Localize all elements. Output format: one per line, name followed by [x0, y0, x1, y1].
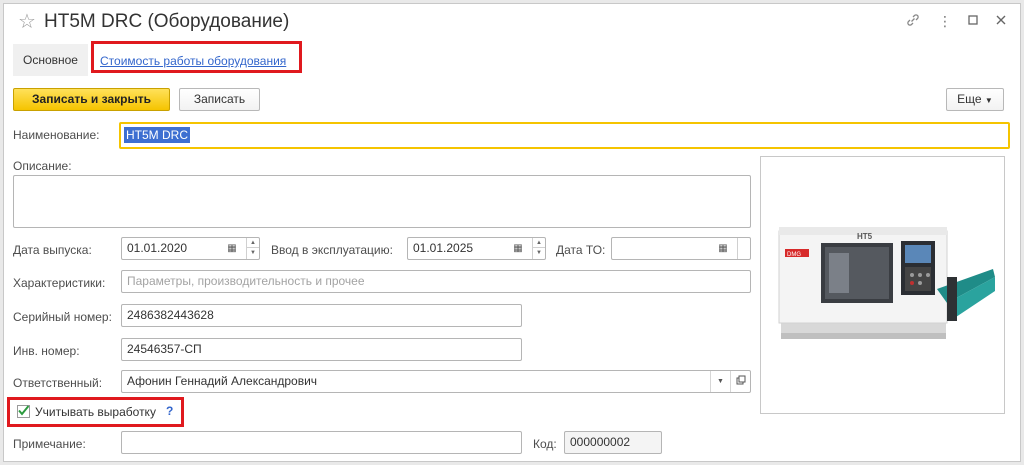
inventory-number-label: Инв. номер: [13, 344, 80, 358]
commissioning-date-field[interactable]: 01.01.2025 ▦ ▲ ▼ [407, 237, 546, 260]
responsible-select[interactable]: Афонин Геннадий Александрович ▼ [121, 370, 751, 393]
tab-main[interactable]: Основное [13, 44, 88, 76]
description-label: Описание: [13, 159, 72, 173]
link-icon[interactable] [904, 12, 922, 30]
open-item-icon[interactable] [730, 371, 750, 392]
note-input[interactable] [121, 431, 522, 454]
release-date-field[interactable]: 01.01.2020 ▦ ▲ ▼ [121, 237, 260, 260]
serial-number-label: Серийный номер: [13, 310, 112, 324]
serial-number-input[interactable]: 2486382443628 [121, 304, 522, 327]
maintenance-date-label: Дата ТО: [556, 243, 606, 257]
save-and-close-button[interactable]: Записать и закрыть [13, 88, 170, 111]
checkmark-icon [18, 405, 30, 416]
name-input[interactable]: HT5M DRC [119, 122, 1010, 149]
maximize-icon[interactable] [964, 12, 982, 30]
commissioning-date-value: 01.01.2025 [413, 241, 474, 255]
name-label: Наименование: [13, 128, 100, 142]
note-label: Примечание: [13, 437, 86, 451]
calendar-icon[interactable]: ▦ [509, 238, 527, 259]
tab-equipment-cost-link[interactable]: Стоимость работы оборудования [100, 54, 286, 68]
date-spinner[interactable]: ▲ ▼ [246, 238, 259, 259]
window-title: HT5M DRC (Оборудование) [44, 11, 290, 32]
more-menu-icon[interactable]: ⋮ [936, 12, 954, 30]
characteristics-label: Характеристики: [13, 276, 106, 290]
inventory-number-input[interactable]: 24546357-СП [121, 338, 522, 361]
spin-up-icon[interactable]: ▲ [533, 238, 545, 248]
more-button-label: Еще [957, 92, 982, 106]
calendar-icon[interactable]: ▦ [223, 238, 241, 259]
calendar-icon[interactable]: ▦ [714, 238, 732, 259]
release-date-label: Дата выпуска: [13, 243, 92, 257]
date-spinner[interactable]: ▲ ▼ [532, 238, 545, 259]
chevron-down-icon: ▼ [984, 96, 993, 105]
date-spinner[interactable]: ▲ ▼ [737, 238, 750, 259]
maintenance-date-field[interactable]: . . ▦ ▲ ▼ [611, 237, 751, 260]
brand-badge-text: DMG [787, 252, 801, 258]
favorite-star-icon[interactable]: ☆ [18, 12, 36, 32]
spin-up-icon[interactable]: ▲ [247, 238, 259, 248]
track-output-checkbox[interactable] [17, 405, 30, 418]
more-button[interactable]: Еще ▼ [946, 88, 1004, 111]
release-date-value: 01.01.2020 [127, 241, 188, 255]
cnc-machine-image: DMG HT5 [778, 227, 995, 339]
spin-down-icon[interactable]: ▼ [247, 248, 259, 258]
machine-model-text: HT5 [857, 232, 873, 241]
name-value-selected: HT5M DRC [124, 127, 190, 143]
equipment-picture[interactable]: DMG HT5 [760, 156, 1005, 414]
characteristics-input[interactable]: Параметры, производительность и прочее [121, 270, 751, 293]
equipment-form-window: ☆ HT5M DRC (Оборудование) ⋮ Основное Сто… [3, 3, 1021, 462]
save-button[interactable]: Записать [179, 88, 260, 111]
code-input: 000000002 [564, 431, 662, 454]
code-label: Код: [533, 437, 557, 451]
description-textarea[interactable] [13, 175, 751, 228]
close-icon[interactable] [992, 12, 1010, 30]
help-icon[interactable]: ? [166, 404, 173, 418]
responsible-value: Афонин Геннадий Александрович [127, 374, 318, 388]
track-output-label[interactable]: Учитывать выработку [35, 405, 156, 419]
responsible-label: Ответственный: [13, 376, 103, 390]
dropdown-chevron-icon[interactable]: ▼ [710, 371, 730, 392]
spin-down-icon[interactable]: ▼ [533, 248, 545, 258]
commissioning-label: Ввод в эксплуатацию: [271, 243, 393, 257]
